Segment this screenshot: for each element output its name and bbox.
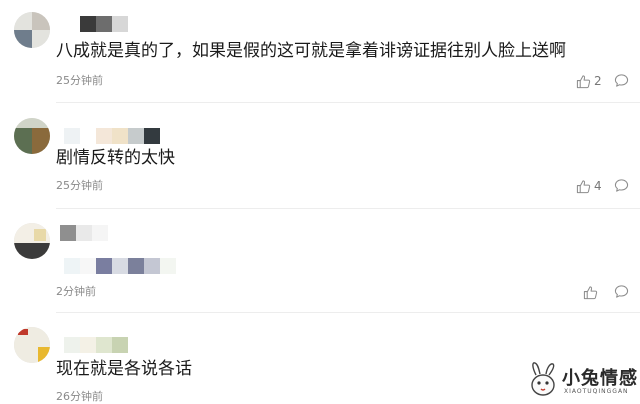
comment-time: 25分钟前 [56, 179, 103, 192]
watermark-title: 小兔情感 [562, 368, 638, 389]
rabbit-logo-icon [531, 362, 555, 396]
comment-item: 剧情反转的太快 25分钟前 4 [0, 103, 640, 208]
like-button[interactable]: 4 [576, 178, 602, 194]
comment-text: 剧情反转的太快 [56, 148, 175, 168]
comment-text: 八成就是真的了，如果是假的这可就是拿着诽谤证据往别人脸上送啊 [56, 41, 566, 61]
avatar[interactable] [14, 223, 50, 259]
avatar[interactable] [14, 12, 50, 48]
reply-button[interactable] [614, 284, 630, 300]
like-button[interactable] [583, 284, 601, 300]
comment-time: 25分钟前 [56, 74, 103, 87]
comment-time: 2分钟前 [56, 285, 96, 298]
username-blurred[interactable] [64, 128, 160, 144]
comment-item: 八成就是真的了，如果是假的这可就是拿着诽谤证据往别人脸上送啊 25分钟前 2 [0, 0, 640, 100]
username-blurred[interactable] [64, 337, 128, 353]
username-blurred[interactable] [80, 16, 128, 32]
thumbs-up-icon [576, 179, 591, 193]
username-blurred[interactable] [60, 225, 108, 241]
thumbs-up-icon [583, 285, 598, 299]
like-count: 2 [594, 74, 602, 88]
reply-button[interactable] [614, 73, 630, 89]
avatar[interactable] [14, 118, 50, 154]
reply-button[interactable] [614, 178, 630, 194]
speech-bubble-icon [614, 179, 629, 192]
watermark-subtitle: XIAOTUQINGGAN [564, 388, 629, 395]
avatar[interactable] [14, 327, 50, 363]
like-count: 4 [594, 179, 602, 193]
comment-text-blurred [64, 258, 176, 274]
comment-time: 26分钟前 [56, 390, 103, 403]
speech-bubble-icon [614, 285, 629, 298]
speech-bubble-icon [614, 74, 629, 87]
watermark-logo: 小兔情感 XIAOTUQINGGAN [524, 360, 638, 400]
comment-item: 2分钟前 [0, 209, 640, 311]
thumbs-up-icon [576, 74, 591, 88]
comment-text: 现在就是各说各话 [56, 359, 192, 379]
like-button[interactable]: 2 [576, 73, 602, 89]
